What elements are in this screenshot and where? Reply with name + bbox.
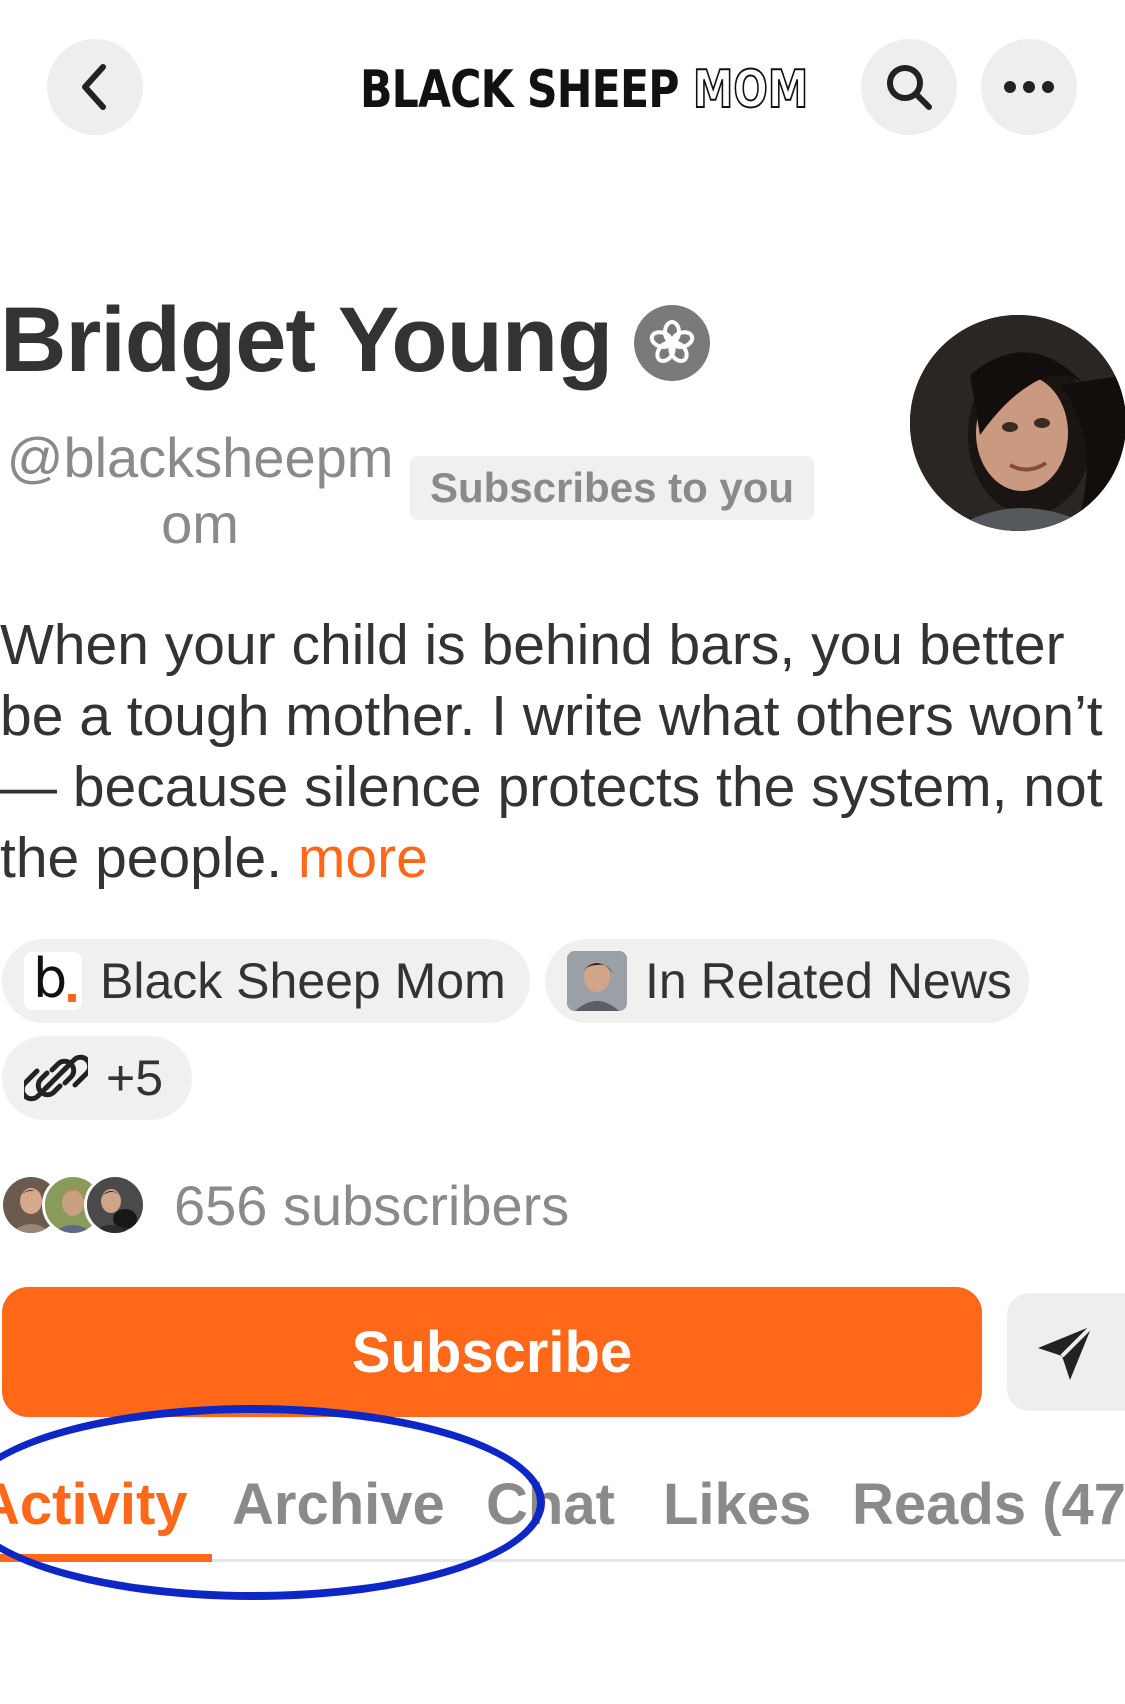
subscribers-row[interactable]: 656 subscribers <box>0 1170 569 1240</box>
more-icon <box>1004 81 1054 93</box>
brand-title: BLACK SHEEP <box>359 60 680 120</box>
tab-chat[interactable]: Chat <box>486 1460 615 1560</box>
profile-bio: When your child is behind bars, you bett… <box>0 610 1110 894</box>
search-icon <box>887 65 932 110</box>
subscriber-avatar <box>84 1174 146 1236</box>
profile-avatar[interactable] <box>910 315 1125 531</box>
publication-logo-icon: b <box>24 950 82 1010</box>
subscribe-button[interactable]: Subscribe <box>2 1287 982 1417</box>
tab-reads[interactable]: Reads (47 <box>852 1460 1125 1560</box>
links-pill[interactable]: +5 <box>2 1036 192 1120</box>
publication-pill-black-sheep-mom[interactable]: b Black Sheep Mom <box>2 939 530 1023</box>
verified-badge-icon[interactable] <box>634 305 711 381</box>
links-count: +5 <box>106 1050 164 1106</box>
profile-name-row: Bridget Young <box>0 289 711 391</box>
more-button[interactable] <box>981 39 1077 135</box>
bio-text: When your child is behind bars, you bett… <box>0 613 1103 890</box>
publication-logo[interactable]: BLACK SHEEP MOM <box>330 55 809 125</box>
publication-label: In Related News <box>645 953 1012 1009</box>
back-button[interactable] <box>47 39 143 135</box>
bio-more-link[interactable]: more <box>298 826 428 890</box>
link-icon <box>24 1054 88 1102</box>
tab-archive[interactable]: Archive <box>232 1460 445 1560</box>
send-icon <box>1038 1324 1094 1380</box>
share-button[interactable] <box>1007 1293 1125 1411</box>
publication-thumbnail-icon <box>567 951 627 1011</box>
subscribes-to-you-badge: Subscribes to you <box>410 456 815 520</box>
publication-pill-in-related-news[interactable]: In Related News <box>545 939 1029 1023</box>
subscriber-count: 656 subscribers <box>174 1173 570 1237</box>
profile-name: Bridget Young <box>0 289 613 391</box>
brand-subtitle: MOM <box>692 59 809 121</box>
top-bar: BLACK SHEEP MOM <box>0 0 1125 180</box>
profile-tabs: Activity Archive Chat Likes Reads (47 <box>0 1460 1125 1562</box>
profile-handle: @blacksheepmom <box>6 426 394 555</box>
tab-activity[interactable]: Activity <box>0 1460 211 1562</box>
chevron-left-icon <box>82 64 106 110</box>
search-button[interactable] <box>861 39 957 135</box>
publication-label: Black Sheep Mom <box>100 953 506 1009</box>
tab-likes[interactable]: Likes <box>663 1460 811 1560</box>
